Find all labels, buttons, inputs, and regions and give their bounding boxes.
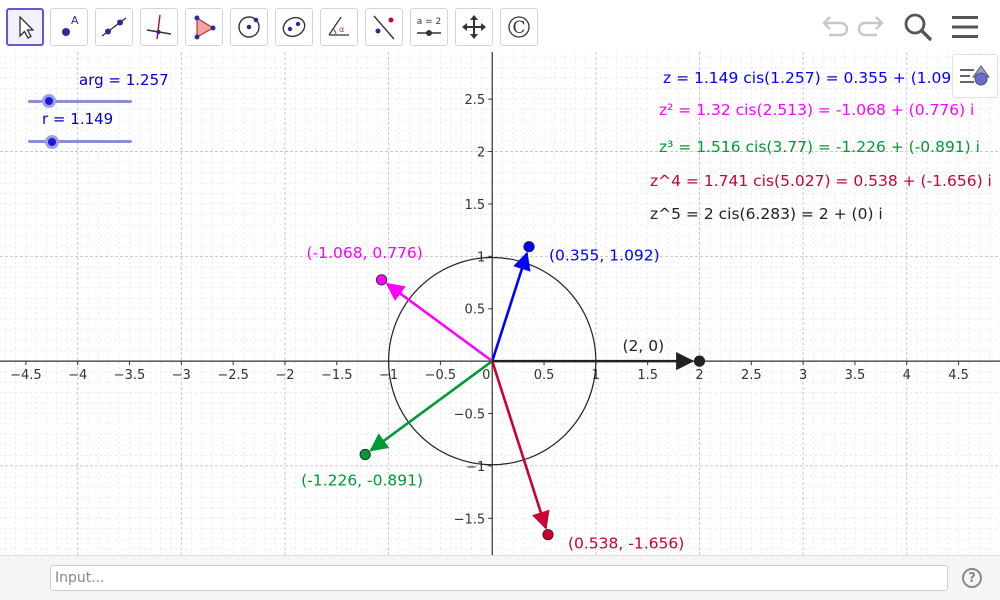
line-tool-button[interactable] (95, 8, 133, 46)
point-label: (-1.068, 0.776) (307, 244, 423, 262)
ellipse-tool-button[interactable] (275, 8, 313, 46)
slider-r-track[interactable] (28, 140, 132, 143)
svg-text:A: A (71, 14, 79, 27)
slider-arg-knob[interactable] (41, 94, 56, 108)
reflect-icon (373, 15, 395, 40)
style-bar-toggle-button[interactable] (952, 54, 998, 98)
polygon-tool-button[interactable] (185, 8, 223, 46)
circle-tool-button[interactable] (230, 8, 268, 46)
undo-icon (822, 16, 849, 37)
x-tick-label: 4.5 (948, 368, 969, 383)
graphics-view[interactable]: −4.5 −4 −3.5 −3 −2.5 −2 −1.5 −1 −0.5 0 0.5 1 1.5 2 2.5… (0, 52, 1000, 555)
point-label: (-1.226, -0.891) (301, 472, 423, 490)
algebra-z-fifth: z^5 = 2 cis(6.283) = 2 + (0) i (650, 205, 883, 223)
complex-point[interactable] (359, 448, 371, 461)
x-tick-label: 1.5 (637, 368, 658, 383)
algebra-z-squared: z² = 1.32 cis(2.513) = -1.068 + (0.776) … (659, 101, 975, 119)
slider-icon: a = 2 (417, 17, 442, 36)
x-tick-label: −4 (68, 368, 87, 383)
svg-text:C: C (512, 18, 525, 38)
algebra-z: z = 1.149 cis(1.257) = 0.355 + (1.092) i (663, 69, 977, 87)
search-icon (904, 13, 932, 41)
x-tick-label: −3.5 (114, 368, 146, 383)
point-label: (0.538, -1.656) (568, 535, 684, 553)
slider-r-label: r = 1.149 (42, 110, 114, 128)
line-icon (101, 17, 127, 37)
angle-icon: α (328, 16, 349, 36)
coordinate-plane[interactable]: −4.5 −4 −3.5 −3 −2.5 −2 −1.5 −1 −0.5 0 0.5 1 1.5 2 2.5… (0, 52, 1000, 555)
help-icon[interactable]: ? (962, 568, 982, 588)
slider-arg-label: arg = 1.257 (79, 71, 169, 89)
y-tick-label: 1.5 (465, 198, 486, 213)
main-menu-button[interactable] (948, 10, 982, 44)
undo-button[interactable] (817, 10, 851, 44)
point-icon: A (62, 14, 79, 36)
grid (0, 52, 1000, 555)
x-tick-label: 2.5 (741, 368, 762, 383)
menu-icon (952, 16, 978, 38)
move-tool-button[interactable] (6, 8, 44, 46)
reflect-tool-button[interactable] (365, 8, 403, 46)
cursor-arrow-icon (19, 15, 35, 39)
slider-tool-button[interactable]: a = 2 (410, 8, 448, 46)
algebra-z-fourth: z^4 = 1.741 cis(5.027) = 0.538 + (-1.656… (650, 172, 992, 190)
x-tick-label: −2 (275, 368, 294, 383)
complex-point[interactable] (542, 529, 554, 541)
algebra-z-cubed: z³ = 1.516 cis(3.77) = -1.226 + (-0.891)… (659, 138, 980, 156)
y-tick-label: 0.5 (465, 303, 486, 318)
input-field[interactable] (50, 565, 948, 591)
perpendicular-line-icon (146, 14, 172, 40)
y-tick-label: −0.5 (454, 408, 486, 423)
y-tick-label: −1.5 (454, 512, 486, 527)
move-view-tool-button[interactable] (455, 8, 493, 46)
circle-center-icon (238, 16, 260, 38)
x-tick-label: 3 (799, 368, 807, 383)
complex-point[interactable] (693, 355, 706, 367)
search-button[interactable] (901, 10, 935, 44)
vector-arrow[interactable] (490, 251, 531, 362)
custom-tool-button[interactable]: C (500, 8, 538, 46)
complex-point[interactable] (523, 241, 535, 253)
x-tick-label: −1.5 (321, 368, 353, 383)
x-tick-label: 0 (482, 368, 490, 383)
polygon-icon (194, 15, 216, 40)
slider-r-knob[interactable] (44, 135, 59, 149)
redo-icon (857, 16, 884, 37)
ellipse-icon (282, 16, 306, 38)
svg-text:α: α (339, 25, 344, 34)
point-label: (2, 0) (622, 337, 664, 355)
x-tick-label: −2.5 (217, 368, 249, 383)
toolbar: A α a = 2 C (0, 0, 1000, 52)
input-bar: ? (0, 555, 1000, 600)
x-tick-label: 3.5 (845, 368, 866, 383)
y-tick-label: 2.5 (465, 93, 486, 108)
point-label: (0.355, 1.092) (549, 247, 660, 265)
x-tick-label: −0.5 (425, 368, 457, 383)
x-tick-label: −4.5 (10, 368, 42, 383)
perpendicular-tool-button[interactable] (140, 8, 178, 46)
angle-tool-button[interactable]: α (320, 8, 358, 46)
move-arrows-icon (462, 15, 486, 39)
redo-button[interactable] (855, 10, 889, 44)
style-bar-icon (960, 65, 990, 86)
complex-point[interactable] (375, 274, 388, 286)
svg-text:a = 2: a = 2 (417, 17, 442, 27)
x-tick-label: 4 (903, 368, 911, 383)
vector-arrow[interactable] (385, 282, 493, 363)
custom-tools-icon: C (508, 16, 530, 38)
x-tick-label: 2 (695, 368, 703, 383)
x-tick-label: 0.5 (534, 368, 555, 383)
x-tick-label: −3 (172, 368, 191, 383)
y-tick-label: 2 (477, 146, 485, 161)
point-tool-button[interactable]: A (50, 8, 88, 46)
